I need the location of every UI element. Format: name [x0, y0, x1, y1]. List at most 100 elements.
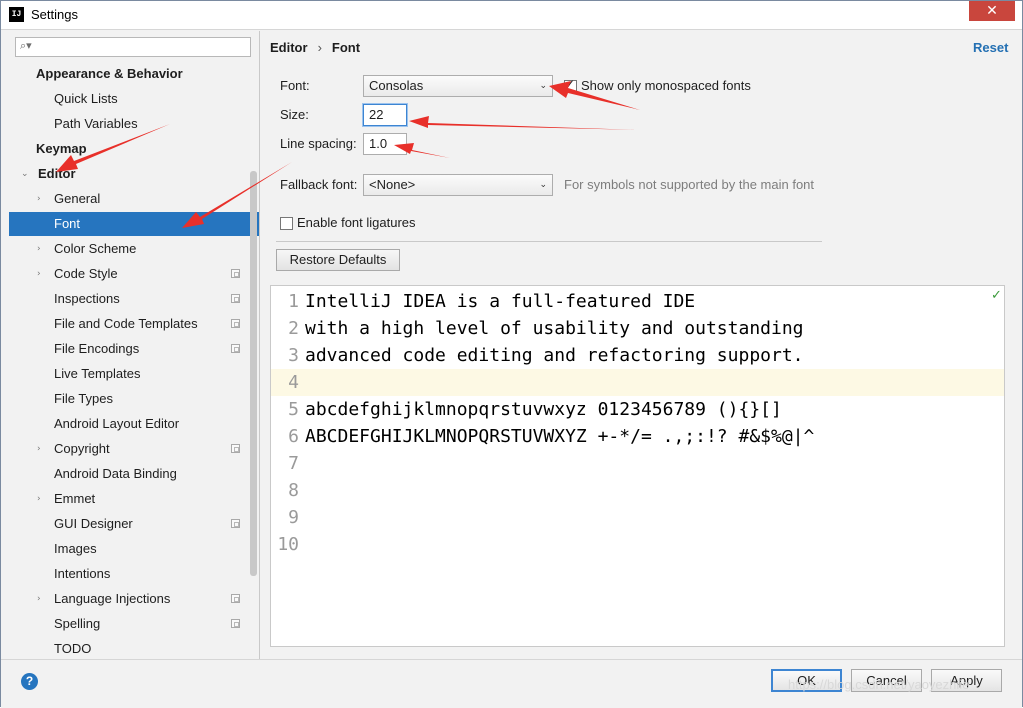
sidebar-item-color-scheme[interactable]: › Color Scheme	[9, 237, 259, 261]
sidebar-scrollbar[interactable]	[250, 171, 257, 576]
sidebar-item-editor[interactable]: ⌄ Editor	[9, 162, 259, 186]
project-scope-icon	[231, 319, 240, 328]
sidebar-item-language-injections[interactable]: › Language Injections	[9, 587, 259, 611]
help-button[interactable]: ?	[21, 673, 38, 690]
sidebar-item-label: File and Code Templates	[54, 316, 198, 331]
line-number: 9	[288, 507, 299, 528]
line-spacing-label: Line spacing:	[280, 136, 357, 151]
preview-code-text[interactable]: with a high level of usability and outst…	[305, 315, 804, 342]
search-input[interactable]	[38, 39, 247, 56]
font-preview-editor[interactable]: 1 IntelliJ IDEA is a full-featured IDE 2 wi…	[270, 285, 1005, 647]
close-button[interactable]: ✕	[969, 1, 1015, 21]
breadcrumb-current: Font	[331, 40, 361, 55]
sidebar-item-file-types[interactable]: File Types	[9, 387, 259, 411]
line-number: 10	[277, 534, 299, 555]
sidebar-item-appearance-behavior[interactable]: Appearance & Behavior	[9, 62, 259, 86]
monospace-label[interactable]: Show only monospaced fonts	[581, 78, 751, 93]
sidebar-item-label: File Types	[54, 391, 114, 406]
sidebar-item-emmet[interactable]: › Emmet	[9, 487, 259, 511]
chevron-right-icon[interactable]: ›	[37, 237, 41, 261]
sidebar-item-code-style[interactable]: › Code Style	[9, 262, 259, 286]
sidebar-item-path-variables[interactable]: Path Variables	[9, 112, 259, 136]
settings-search[interactable]: ⌕▾	[15, 37, 251, 57]
preview-line: 6 ABCDEFGHIJKLMNOPQRSTUVWXYZ +-*/= .,;:!?…	[271, 423, 1004, 450]
sidebar-item-copyright[interactable]: › Copyright	[9, 437, 259, 461]
fallback-font-hint: For symbols not supported by the main fo…	[564, 177, 815, 192]
chevron-right-icon[interactable]: ›	[37, 487, 41, 511]
sidebar-item-keymap[interactable]: Keymap	[9, 137, 259, 161]
project-scope-icon	[231, 594, 240, 603]
sidebar-item-label: GUI Designer	[54, 516, 133, 531]
preview-code-text[interactable]: IntelliJ IDEA is a full-featured IDE	[305, 288, 695, 315]
ligatures-checkbox[interactable]	[280, 217, 293, 230]
sidebar-item-live-templates[interactable]: Live Templates	[9, 362, 259, 386]
chevron-right-icon[interactable]: ›	[37, 437, 41, 461]
chevron-down-icon[interactable]: ⌄	[21, 162, 29, 186]
sidebar-item-label: Font	[54, 216, 81, 231]
fallback-font-select[interactable]: <None> ⌄	[363, 174, 553, 196]
sidebar-item-spelling[interactable]: Spelling	[9, 612, 259, 636]
sidebar-item-label: Emmet	[54, 491, 96, 506]
size-input[interactable]: 22	[363, 104, 407, 126]
line-number: 8	[288, 480, 299, 501]
chevron-right-icon[interactable]: ›	[37, 262, 41, 286]
preview-line: 9	[271, 504, 1004, 531]
sidebar-item-font[interactable]: Font	[9, 212, 259, 236]
sidebar-item-intentions[interactable]: Intentions	[9, 562, 259, 586]
preview-code-text[interactable]: ABCDEFGHIJKLMNOPQRSTUVWXYZ +-*/= .,;:!? …	[305, 423, 814, 450]
sidebar-item-label: Spelling	[54, 616, 101, 631]
sidebar-item-inspections[interactable]: Inspections	[9, 287, 259, 311]
section-divider	[276, 241, 822, 242]
preview-line: 3 advanced code editing and refactoring s…	[271, 342, 1004, 369]
sidebar-item-label: TODO	[54, 641, 92, 656]
sidebar-item-label: Images	[54, 541, 97, 556]
line-spacing-input[interactable]: 1.0	[363, 133, 407, 155]
preview-line: 7	[271, 450, 1004, 477]
sidebar-item-label: Android Layout Editor	[54, 416, 180, 431]
preview-code-text[interactable]: advanced code editing and refactoring su…	[305, 342, 804, 369]
sidebar-item-android-layout-editor[interactable]: Android Layout Editor	[9, 412, 259, 436]
restore-defaults-button[interactable]: Restore Defaults	[276, 249, 400, 271]
ligatures-label[interactable]: Enable font ligatures	[297, 215, 416, 230]
sidebar-item-label: Keymap	[36, 141, 87, 156]
sidebar-item-todo[interactable]: TODO	[9, 637, 259, 661]
project-scope-icon	[231, 269, 240, 278]
fallback-font-value: <None>	[369, 177, 416, 192]
project-scope-icon	[231, 619, 240, 628]
reset-link[interactable]: Reset	[973, 40, 1008, 55]
font-select[interactable]: Consolas ⌄	[363, 75, 553, 97]
sidebar-item-label: File Encodings	[54, 341, 140, 356]
line-number: 2	[288, 318, 299, 339]
preview-line: 5 abcdefghijklmnopqrstuvwxyz 0123456789 (…	[271, 396, 1004, 423]
preview-line: 1 IntelliJ IDEA is a full-featured IDE	[271, 288, 1004, 315]
sidebar-item-images[interactable]: Images	[9, 537, 259, 561]
inspection-ok-icon: ✓	[991, 288, 1002, 303]
sidebar-item-label: Copyright	[54, 441, 110, 456]
monospace-checkbox[interactable]	[564, 77, 577, 93]
sidebar-item-label: Code Style	[54, 266, 118, 281]
sidebar-item-android-data-binding[interactable]: Android Data Binding	[9, 462, 259, 486]
project-scope-icon	[231, 519, 240, 528]
breadcrumb: Editor › Font	[270, 40, 360, 55]
sidebar-item-label: Intentions	[54, 566, 111, 581]
preview-line: 4	[271, 369, 1004, 396]
sidebar-item-file-encodings[interactable]: File Encodings	[9, 337, 259, 361]
sidebar-item-gui-designer[interactable]: GUI Designer	[9, 512, 259, 536]
chevron-down-icon: ⌄	[539, 180, 547, 190]
chevron-right-icon[interactable]: ›	[37, 187, 41, 211]
line-number: 1	[288, 291, 299, 312]
sidebar-item-quick-lists[interactable]: Quick Lists	[9, 87, 259, 111]
sidebar-item-file-and-code-templates[interactable]: File and Code Templates	[9, 312, 259, 336]
sidebar-item-label: General	[54, 191, 101, 206]
preview-code-text[interactable]: abcdefghijklmnopqrstuvwxyz 0123456789 ()…	[305, 396, 782, 423]
line-number: 4	[288, 372, 299, 393]
search-icon: ⌕▾	[20, 39, 32, 52]
font-select-value: Consolas	[369, 78, 424, 93]
chevron-right-icon[interactable]: ›	[37, 587, 41, 611]
sidebar-item-label: Inspections	[54, 291, 120, 306]
line-number: 5	[288, 399, 299, 420]
breadcrumb-parent[interactable]: Editor	[270, 40, 308, 55]
sidebar-item-label: Editor	[38, 166, 76, 181]
sidebar-item-general[interactable]: › General	[9, 187, 259, 211]
sidebar-item-label: Android Data Binding	[54, 466, 177, 481]
